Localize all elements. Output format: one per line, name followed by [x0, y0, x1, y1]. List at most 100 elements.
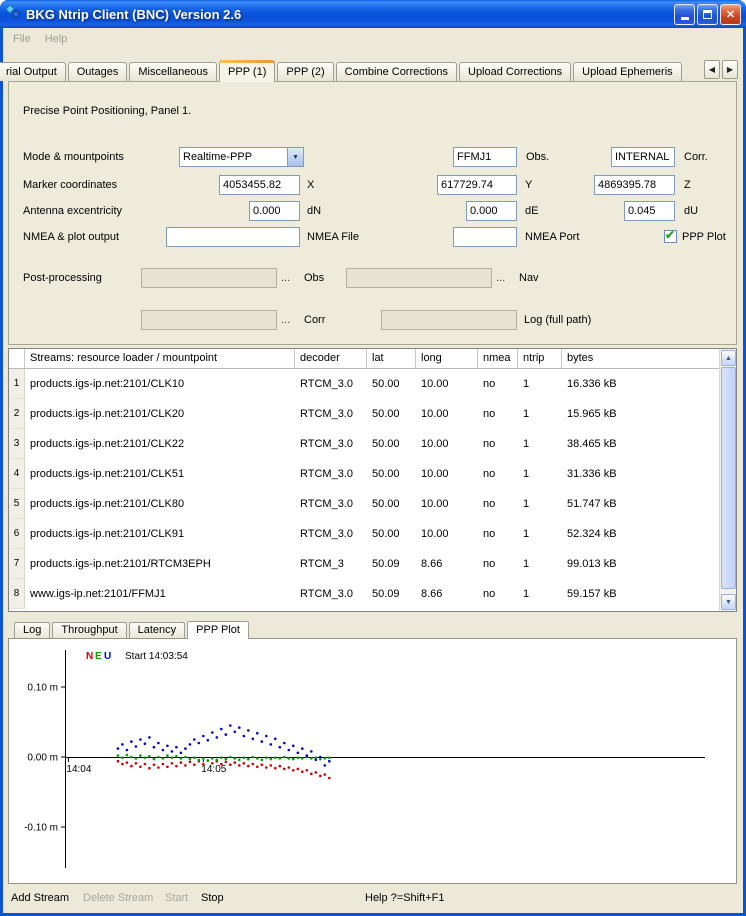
cell-nmea: no [478, 429, 518, 459]
mode-combobox[interactable]: Realtime-PPP ▼ [179, 147, 304, 167]
nmea-file-field[interactable] [166, 227, 300, 247]
title-bar[interactable]: BKG Ntrip Client (BNC) Version 2.6 ✕ [0, 0, 746, 28]
ppp-plot-checkbox[interactable] [664, 230, 677, 243]
tab-miscellaneous[interactable]: Miscellaneous [129, 62, 217, 81]
mode-combobox-value: Realtime-PPP [180, 151, 287, 163]
main-tab-bar: rial OutputOutagesMiscellaneousPPP (1)PP… [8, 59, 738, 81]
cell-bytes: 59.157 kB [562, 579, 736, 609]
tab-ppp-2[interactable]: PPP (2) [277, 62, 333, 81]
marker-z-field[interactable] [594, 175, 675, 195]
svg-text:Start 14:03:54: Start 14:03:54 [125, 651, 188, 662]
header-decoder[interactable]: decoder [295, 349, 367, 368]
obs-mountpoint-field[interactable] [453, 147, 517, 167]
tab-scroll-right-button[interactable]: ▶ [722, 60, 738, 79]
stream-row[interactable]: 7products.igs-ip.net:2101/RTCM3EPHRTCM_3… [9, 549, 736, 579]
row-number: 6 [9, 519, 25, 549]
scroll-down-icon[interactable]: ▼ [721, 594, 736, 610]
cell-decoder: RTCM_3.0 [295, 519, 367, 549]
marker-y-field[interactable] [437, 175, 517, 195]
antenna-de-label: dE [525, 205, 538, 217]
post-obs-field [141, 268, 277, 288]
menu-help[interactable]: Help [38, 31, 75, 47]
cell-mount: products.igs-ip.net:2101/CLK22 [25, 429, 295, 459]
cell-ntrip: 1 [518, 399, 562, 429]
row-number: 1 [9, 369, 25, 399]
bottom-tab-latency[interactable]: Latency [129, 622, 186, 638]
bottom-tab-throughput[interactable]: Throughput [52, 622, 126, 638]
cell-lat: 50.00 [367, 519, 416, 549]
vertical-scrollbar[interactable]: ▲ ▼ [719, 349, 736, 611]
bottom-tab-log[interactable]: Log [14, 622, 50, 638]
cell-mount: products.igs-ip.net:2101/CLK80 [25, 489, 295, 519]
close-button[interactable]: ✕ [720, 4, 741, 25]
stream-row[interactable]: 4products.igs-ip.net:2101/CLK51RTCM_3.05… [9, 459, 736, 489]
header-mountpoint[interactable]: Streams: resource loader / mountpoint [25, 349, 295, 368]
cell-long: 10.00 [416, 489, 478, 519]
scrollbar-thumb[interactable] [721, 367, 736, 589]
ppp-plot-svg: 0.10 m0.00 m-0.10 m14:0414:05NEUStart 14… [9, 639, 736, 883]
stream-row[interactable]: 5products.igs-ip.net:2101/CLK80RTCM_3.05… [9, 489, 736, 519]
svg-text:14:05: 14:05 [201, 764, 226, 775]
cell-ntrip: 1 [518, 369, 562, 399]
ppp1-panel: Precise Point Positioning, Panel 1. Mode… [8, 81, 737, 345]
bottom-tab-bar: LogThroughputLatencyPPP Plot [8, 620, 737, 638]
delete-stream-button[interactable]: Delete Stream [83, 892, 153, 904]
antenna-de-field[interactable] [466, 201, 517, 221]
cell-long: 10.00 [416, 369, 478, 399]
tab-upload-corrections[interactable]: Upload Corrections [459, 62, 571, 81]
tab-combine-corrections[interactable]: Combine Corrections [336, 62, 457, 81]
tab-ppp-1[interactable]: PPP (1) [219, 60, 275, 82]
client-area: File Help rial OutputOutagesMiscellaneou… [3, 28, 743, 913]
cell-mount: products.igs-ip.net:2101/RTCM3EPH [25, 549, 295, 579]
antenna-dn-label: dN [307, 205, 321, 217]
header-lat[interactable]: lat [367, 349, 416, 368]
tab-scroll-left-button[interactable]: ◀ [704, 60, 720, 79]
header-nmea[interactable]: nmea [478, 349, 518, 368]
stop-button[interactable]: Stop [201, 892, 224, 904]
cell-long: 10.00 [416, 459, 478, 489]
row-number: 4 [9, 459, 25, 489]
tab-outages[interactable]: Outages [68, 62, 128, 81]
antenna-dn-field[interactable] [249, 201, 300, 221]
start-button[interactable]: Start [165, 892, 188, 904]
cell-nmea: no [478, 369, 518, 399]
post-nav-field [346, 268, 492, 288]
cell-nmea: no [478, 459, 518, 489]
minimize-button[interactable] [674, 4, 695, 25]
ppp-plot-checkbox-label: PPP Plot [682, 231, 726, 243]
nmea-file-label: NMEA File [307, 231, 359, 243]
scroll-up-icon[interactable]: ▲ [721, 350, 736, 366]
menu-file[interactable]: File [6, 31, 38, 47]
maximize-button[interactable] [697, 4, 718, 25]
svg-text:0.10 m: 0.10 m [27, 683, 58, 694]
cell-lat: 50.09 [367, 579, 416, 609]
chevron-down-icon: ▼ [287, 148, 303, 166]
obs-label: Obs. [526, 151, 549, 163]
stream-row[interactable]: 2products.igs-ip.net:2101/CLK20RTCM_3.05… [9, 399, 736, 429]
tab-rial-output[interactable]: rial Output [0, 62, 66, 81]
stream-row[interactable]: 8www.igs-ip.net:2101/FFMJ1RTCM_3.050.098… [9, 579, 736, 609]
cell-ntrip: 1 [518, 489, 562, 519]
tab-upload-ephemeris[interactable]: Upload Ephemeris [573, 62, 682, 81]
header-ntrip[interactable]: ntrip [518, 349, 562, 368]
bottom-tab-ppp-plot[interactable]: PPP Plot [187, 621, 249, 639]
mode-mountpoints-label: Mode & mountpoints [23, 151, 124, 163]
cell-nmea: no [478, 399, 518, 429]
cell-lat: 50.00 [367, 399, 416, 429]
header-long[interactable]: long [416, 349, 478, 368]
cell-long: 8.66 [416, 579, 478, 609]
stream-row[interactable]: 6products.igs-ip.net:2101/CLK91RTCM_3.05… [9, 519, 736, 549]
svg-text:N: N [86, 651, 93, 662]
header-bytes[interactable]: bytes [562, 349, 736, 368]
row-number: 7 [9, 549, 25, 579]
cell-decoder: RTCM_3.0 [295, 429, 367, 459]
marker-x-field[interactable] [219, 175, 300, 195]
header-corner [9, 349, 25, 368]
post-nav-label: Nav [519, 272, 539, 284]
stream-row[interactable]: 1products.igs-ip.net:2101/CLK10RTCM_3.05… [9, 369, 736, 399]
stream-row[interactable]: 3products.igs-ip.net:2101/CLK22RTCM_3.05… [9, 429, 736, 459]
antenna-du-field[interactable] [624, 201, 675, 221]
corr-mountpoint-field[interactable] [611, 147, 675, 167]
nmea-port-field[interactable] [453, 227, 517, 247]
add-stream-button[interactable]: Add Stream [11, 892, 69, 904]
